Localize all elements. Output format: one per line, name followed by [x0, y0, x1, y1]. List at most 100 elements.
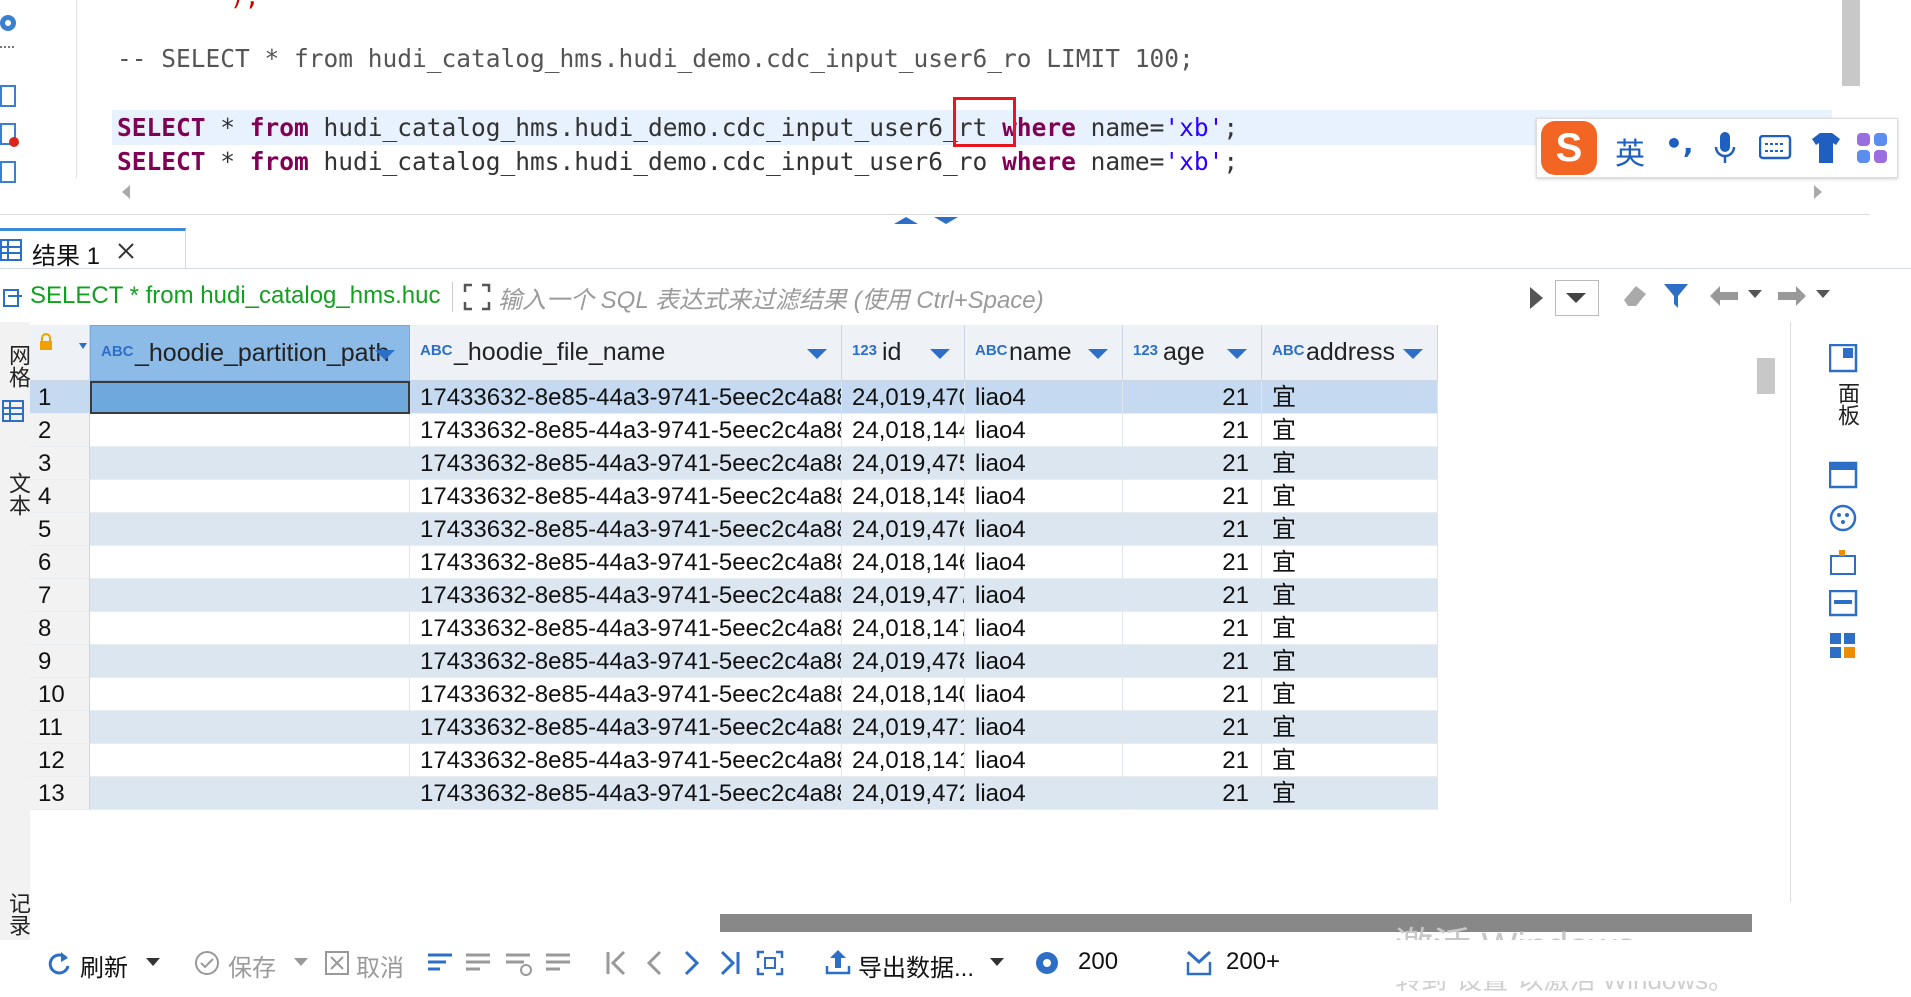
fetch-next-icon[interactable]: [1184, 948, 1214, 978]
cell-file[interactable]: 17433632-8e85-44a3-9741-5eec2c4a88f7_0-: [410, 381, 842, 414]
table-row[interactable]: 12 17433632-8e85-44a3-9741-5eec2c4a88f7_0…: [30, 744, 1752, 777]
column-header-file-name[interactable]: ABC _hoodie_file_name: [410, 325, 842, 381]
sort-icon[interactable]: [79, 343, 87, 349]
layout-icon[interactable]: [1829, 590, 1859, 620]
cell-name[interactable]: liao4: [965, 612, 1123, 645]
cell-path[interactable]: [90, 381, 410, 414]
cell-address[interactable]: 宜: [1262, 711, 1438, 744]
tab-result-1[interactable]: 结果 1: [0, 228, 186, 270]
scroll-right-icon[interactable]: [1814, 185, 1822, 199]
close-icon[interactable]: [116, 241, 136, 261]
filter-dropdown-icon[interactable]: [807, 349, 827, 359]
cell-path[interactable]: [90, 447, 410, 480]
table-row[interactable]: 4 17433632-8e85-44a3-9741-5eec2c4a88f7_0-…: [30, 480, 1752, 513]
editor-horizontal-scrollbar[interactable]: [112, 180, 1832, 206]
row-number[interactable]: 5: [30, 513, 90, 546]
palette-icon[interactable]: [1829, 504, 1859, 534]
ime-mode-toggle[interactable]: 英: [1615, 129, 1645, 173]
row-number[interactable]: 7: [30, 579, 90, 612]
add-row-icon[interactable]: [464, 950, 494, 976]
first-page-icon[interactable]: [604, 950, 628, 976]
cell-file[interactable]: 17433632-8e85-44a3-9741-5eec2c4a88f7_0-: [410, 513, 842, 546]
grid-view-icon[interactable]: [2, 400, 26, 424]
panel-icon[interactable]: [1829, 344, 1859, 374]
chart-icon[interactable]: [1829, 548, 1859, 578]
source-query-label[interactable]: SELECT * from hudi_catalog_hms.huc: [30, 282, 450, 312]
refresh-button[interactable]: 刷新: [80, 948, 128, 983]
cell-address[interactable]: 宜: [1262, 777, 1438, 810]
cell-path[interactable]: [90, 513, 410, 546]
row-number[interactable]: 12: [30, 744, 90, 777]
cell-id[interactable]: 24,018,141: [842, 744, 965, 777]
filter-dropdown-icon[interactable]: [930, 349, 950, 359]
cancel-button[interactable]: 取消: [356, 948, 404, 983]
cell-name[interactable]: liao4: [965, 777, 1123, 810]
cell-name[interactable]: liao4: [965, 678, 1123, 711]
filter-input[interactable]: 输入一个 SQL 表达式来过滤结果 (使用 Ctrl+Space): [498, 280, 1558, 314]
cell-id[interactable]: 24,019,471: [842, 711, 965, 744]
edit-row-icon[interactable]: [426, 950, 456, 976]
scroll-left-icon[interactable]: [122, 185, 130, 199]
cell-name[interactable]: liao4: [965, 645, 1123, 678]
cell-age[interactable]: 21: [1123, 447, 1262, 480]
apps-icon[interactable]: [1855, 131, 1889, 165]
keyboard-icon[interactable]: [1759, 135, 1793, 161]
cell-name[interactable]: liao4: [965, 414, 1123, 447]
ime-logo-icon[interactable]: S: [1541, 121, 1597, 175]
table-row[interactable]: 2 17433632-8e85-44a3-9741-5eec2c4a88f7_0-…: [30, 414, 1752, 447]
row-number-header[interactable]: [30, 325, 90, 381]
cell-name[interactable]: liao4: [965, 744, 1123, 777]
cell-path[interactable]: [90, 546, 410, 579]
row-number[interactable]: 4: [30, 480, 90, 513]
cell-name[interactable]: liao4: [965, 480, 1123, 513]
cell-age[interactable]: 21: [1123, 381, 1262, 414]
export-data-button[interactable]: 导出数据...: [858, 948, 974, 983]
cell-address[interactable]: 宜: [1262, 546, 1438, 579]
back-arrow-icon[interactable]: [1708, 284, 1740, 308]
chevron-down-icon[interactable]: [990, 958, 1004, 966]
cell-id[interactable]: 24,019,478: [842, 645, 965, 678]
doc-error-icon[interactable]: [0, 122, 20, 152]
cell-file[interactable]: 17433632-8e85-44a3-9741-5eec2c4a88f7_0-: [410, 414, 842, 447]
cell-name[interactable]: liao4: [965, 579, 1123, 612]
filter-dropdown-icon[interactable]: [375, 350, 395, 360]
last-page-icon[interactable]: [718, 950, 742, 976]
microphone-icon[interactable]: [1713, 131, 1737, 165]
calendar-icon[interactable]: [1829, 460, 1859, 490]
cancel-icon[interactable]: [324, 950, 350, 976]
cell-file[interactable]: 17433632-8e85-44a3-9741-5eec2c4a88f7_0-: [410, 744, 842, 777]
cell-path[interactable]: [90, 744, 410, 777]
cell-age[interactable]: 21: [1123, 777, 1262, 810]
fetch-all-icon[interactable]: [756, 950, 784, 976]
filter-dropdown-icon[interactable]: [1403, 349, 1423, 359]
cell-address[interactable]: 宜: [1262, 579, 1438, 612]
table-row[interactable]: 1 17433632-8e85-44a3-9741-5eec2c4a88f7_0-…: [30, 381, 1752, 414]
doc-x-icon[interactable]: [0, 160, 20, 190]
cell-path[interactable]: [90, 414, 410, 447]
save-button[interactable]: 保存: [228, 948, 276, 983]
cell-file[interactable]: 17433632-8e85-44a3-9741-5eec2c4a88f7_0-: [410, 612, 842, 645]
cell-address[interactable]: 宜: [1262, 381, 1438, 414]
cell-path[interactable]: [90, 645, 410, 678]
copy-row-icon[interactable]: [504, 950, 534, 976]
table-row[interactable]: 3 17433632-8e85-44a3-9741-5eec2c4a88f7_0-…: [30, 447, 1752, 480]
next-page-icon[interactable]: [682, 950, 702, 976]
cell-age[interactable]: 21: [1123, 414, 1262, 447]
table-row[interactable]: 9 17433632-8e85-44a3-9741-5eec2c4a88f7_0-…: [30, 645, 1752, 678]
fetch-next-button[interactable]: 200+: [1226, 948, 1280, 976]
row-number[interactable]: 9: [30, 645, 90, 678]
eraser-icon[interactable]: [1620, 280, 1650, 312]
filter-history-dropdown[interactable]: [1555, 280, 1599, 316]
refresh-icon[interactable]: [46, 950, 72, 976]
cell-address[interactable]: 宜: [1262, 480, 1438, 513]
column-header-id[interactable]: 123 id: [842, 325, 965, 381]
cell-address[interactable]: 宜: [1262, 678, 1438, 711]
gear-icon[interactable]: [0, 8, 20, 38]
row-number[interactable]: 8: [30, 612, 90, 645]
cell-name[interactable]: liao4: [965, 546, 1123, 579]
cell-id[interactable]: 24,019,472: [842, 777, 965, 810]
ime-toolbar[interactable]: S 英 •,: [1536, 118, 1898, 178]
calculator-icon[interactable]: [1829, 632, 1859, 662]
table-row[interactable]: 11 17433632-8e85-44a3-9741-5eec2c4a88f7_0…: [30, 711, 1752, 744]
expand-icon[interactable]: [462, 282, 492, 312]
